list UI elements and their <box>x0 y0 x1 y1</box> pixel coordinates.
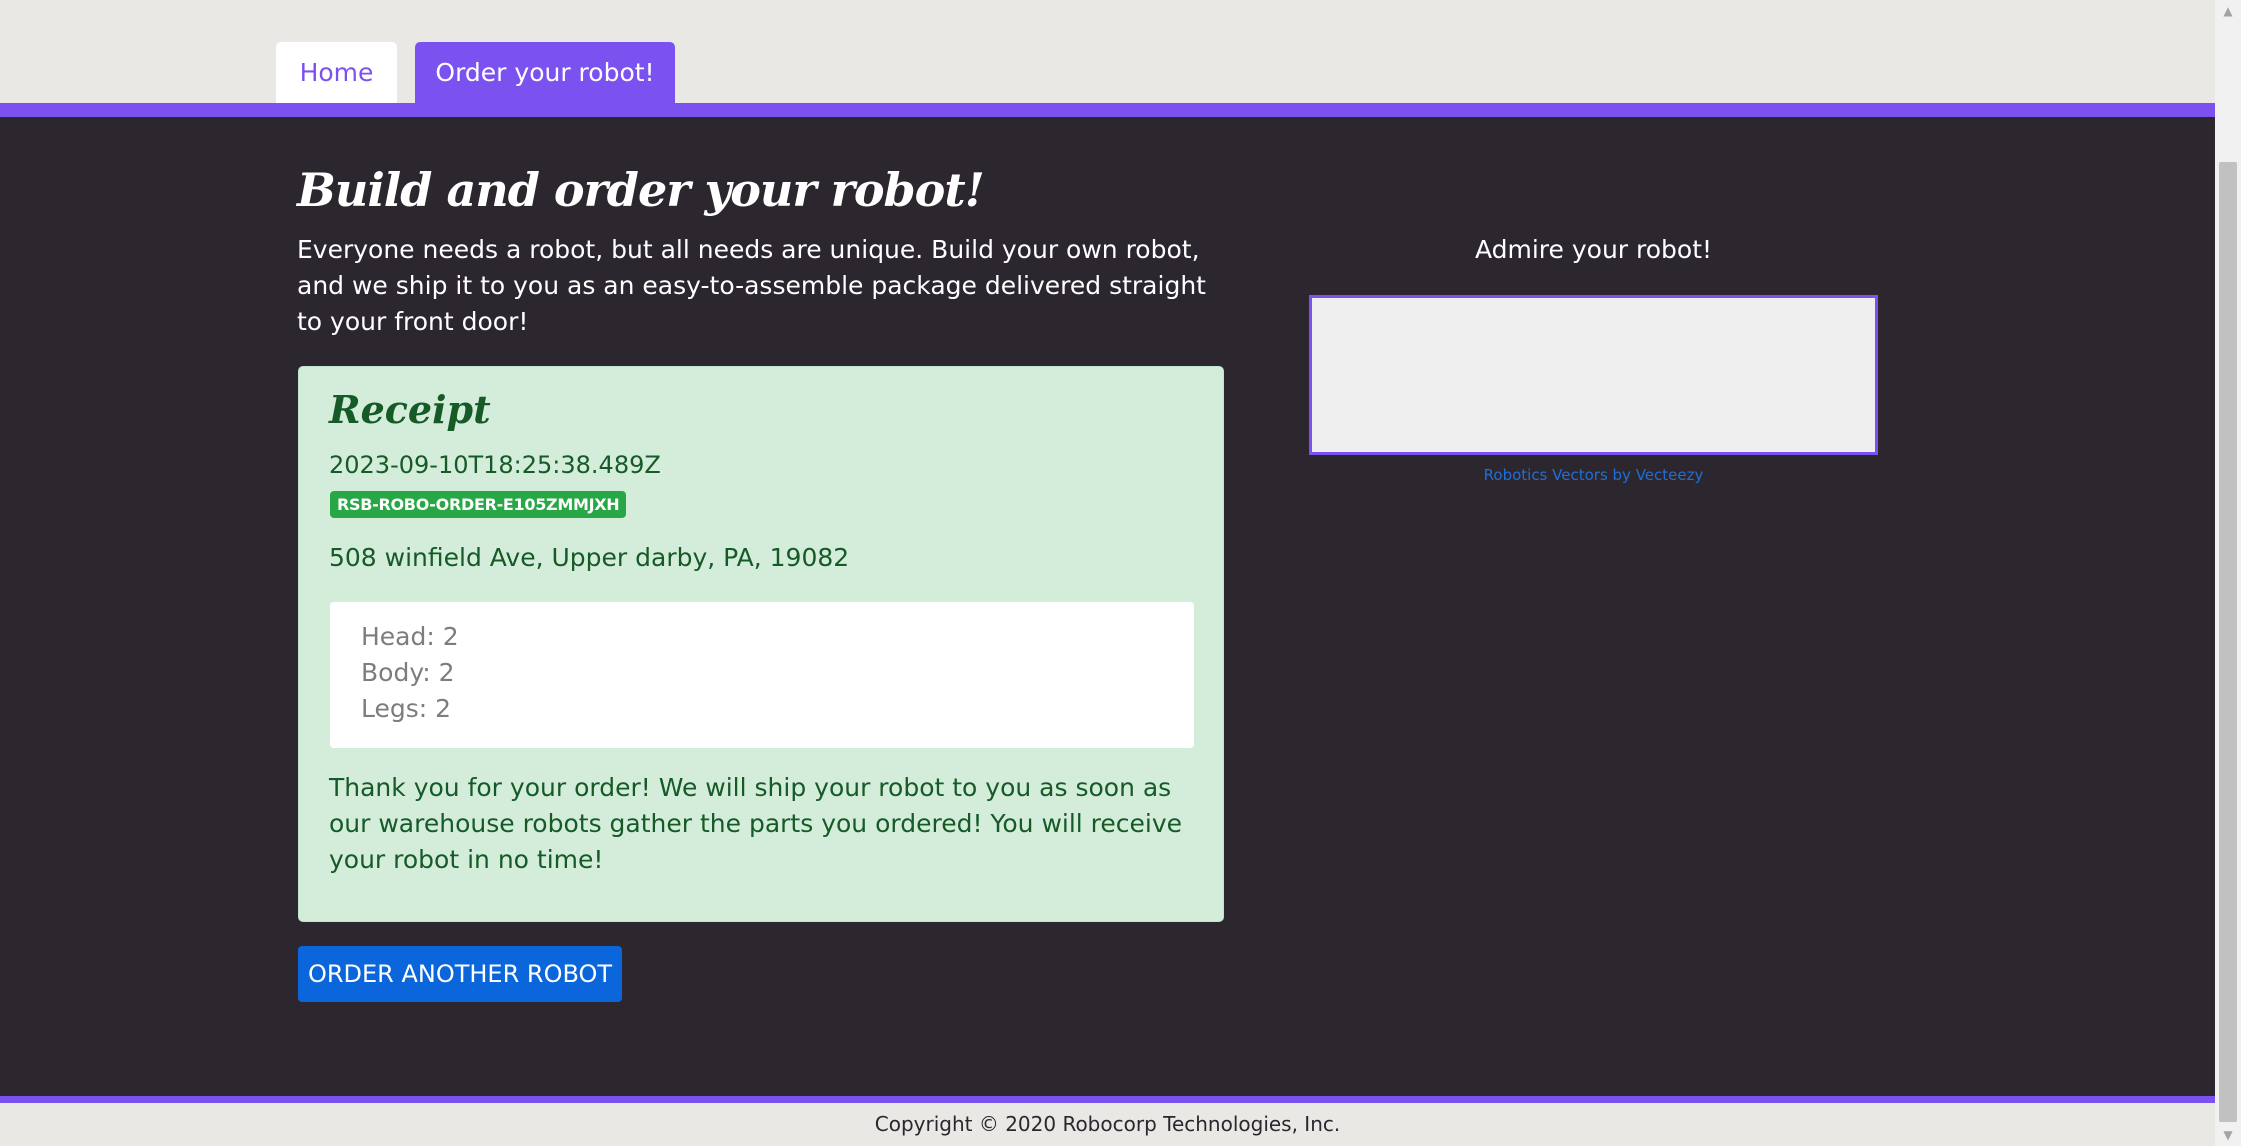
footer-divider <box>0 1096 2215 1103</box>
thank-you-message: Thank you for your order! We will ship y… <box>329 773 1183 874</box>
footer: Copyright © 2020 Robocorp Technologies, … <box>0 1103 2215 1146</box>
page: Home Order your robot! Build and order y… <box>0 0 2215 1146</box>
tab-home[interactable]: Home <box>276 42 397 103</box>
page-title: Build and order your robot! <box>297 163 985 217</box>
scroll-up-arrow-icon[interactable]: ▲ <box>2215 0 2241 22</box>
header-divider <box>0 103 2215 117</box>
vecteezy-credit-link[interactable]: Robotics Vectors by Vecteezy <box>1309 464 1878 486</box>
intro-text: Everyone needs a robot, but all needs ar… <box>297 235 1206 336</box>
receipt-title: Receipt <box>329 387 491 432</box>
scrollbar-thumb[interactable] <box>2219 162 2237 1122</box>
part-head: Head: 2 <box>361 622 459 651</box>
receipt-timestamp: 2023-09-10T18:25:38.489Z <box>329 451 661 479</box>
receipt-panel: Receipt 2023-09-10T18:25:38.489Z RSB-ROB… <box>298 366 1224 922</box>
vertical-scrollbar[interactable]: ▲ ▼ <box>2215 0 2241 1146</box>
scroll-down-arrow-icon[interactable]: ▼ <box>2215 1124 2241 1146</box>
order-id-badge: RSB-ROBO-ORDER-E105ZMMJXH <box>330 491 627 518</box>
part-body: Body: 2 <box>361 658 455 687</box>
tab-order-your-robot[interactable]: Order your robot! <box>415 42 675 103</box>
order-another-button[interactable]: ORDER ANOTHER ROBOT <box>298 946 622 1002</box>
robot-preview-label: Admire your robot! <box>1474 235 1713 264</box>
top-navigation: Home Order your robot! <box>0 0 2215 103</box>
parts-list: Head: 2 Body: 2 Legs: 2 <box>330 602 1194 748</box>
robot-preview-image <box>1309 295 1878 455</box>
shipping-address: 508 winfield Ave, Upper darby, PA, 19082 <box>329 543 850 572</box>
part-legs: Legs: 2 <box>361 694 452 723</box>
